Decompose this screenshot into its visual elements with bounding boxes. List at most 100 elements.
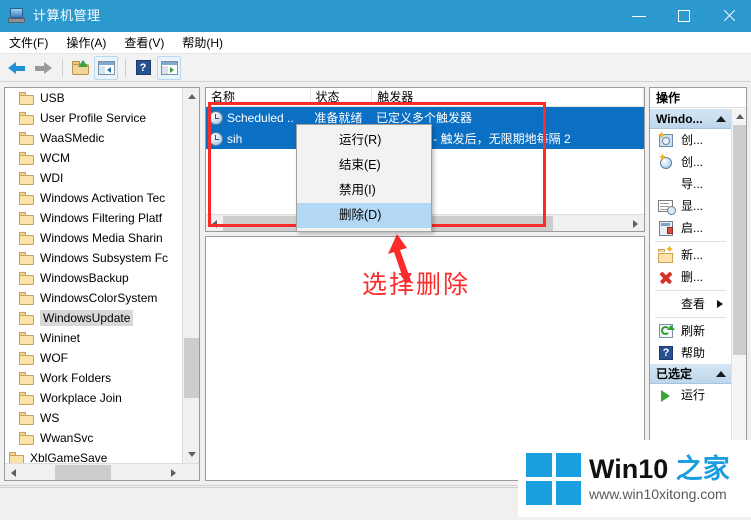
scroll-up-button[interactable] — [732, 109, 746, 124]
folder-up-icon — [71, 60, 89, 75]
tree-item[interactable]: WaaSMedic — [5, 128, 183, 148]
action-label: 删... — [681, 270, 704, 284]
folder-icon — [19, 211, 35, 225]
actions-group-header-windowsupdate[interactable]: Windo... — [650, 109, 731, 129]
action-label: 创... — [681, 133, 704, 147]
scrollbar-thumb[interactable] — [733, 125, 746, 355]
tree-item-label: Work Folders — [40, 371, 112, 385]
tree-item[interactable]: WCM — [5, 148, 183, 168]
close-button[interactable] — [706, 0, 751, 32]
context-menu-item-delete[interactable]: 删除(D) — [297, 203, 431, 228]
action-help[interactable]: ? 帮助 — [650, 342, 731, 364]
tree-item[interactable]: Windows Subsystem Fc — [5, 248, 183, 268]
context-menu-item-end[interactable]: 结束(E) — [297, 153, 431, 178]
tree-item-label: Workplace Join — [40, 391, 122, 405]
folder-icon — [19, 91, 35, 105]
new-task-icon: ✦ — [657, 130, 675, 148]
watermark-brand-en: Win10 — [589, 453, 669, 484]
actions-group-header-selected[interactable]: 已选定 — [650, 364, 731, 384]
context-menu-item-run[interactable]: 运行(R) — [297, 128, 431, 153]
action-label: 创... — [681, 155, 704, 169]
up-folder-button[interactable] — [68, 56, 92, 80]
tree-item[interactable]: WindowsBackup — [5, 268, 183, 288]
chevron-right-icon — [633, 219, 638, 228]
folder-icon — [19, 191, 35, 205]
tree-item[interactable]: Windows Activation Tec — [5, 188, 183, 208]
help-button[interactable]: ? — [131, 56, 155, 80]
folder-icon — [19, 151, 35, 165]
action-run[interactable]: 运行 — [650, 384, 731, 406]
watermark-url: www.win10xitong.com — [589, 485, 727, 502]
actions-vertical-scrollbar[interactable] — [731, 109, 746, 480]
action-delete-folder[interactable]: 删... — [650, 266, 731, 288]
scroll-right-button[interactable] — [165, 464, 182, 480]
minimize-button[interactable] — [616, 0, 661, 32]
scroll-down-button[interactable] — [183, 446, 199, 463]
actions-divider-3 — [655, 317, 726, 318]
tree-vertical-scrollbar[interactable] — [182, 88, 199, 463]
maximize-button[interactable] — [661, 0, 706, 32]
action-import-task[interactable]: 导... — [650, 173, 731, 195]
column-header-trigger[interactable]: 触发器 — [372, 88, 644, 107]
action-create-task[interactable]: ✦ 创... — [650, 129, 731, 151]
back-button[interactable] — [5, 56, 29, 80]
column-header-status[interactable]: 状态 — [311, 88, 373, 107]
tree-item[interactable]: USB — [5, 88, 183, 108]
watermark-brand: Win10 之家 — [589, 454, 730, 485]
tree-item-label: WS — [40, 411, 60, 425]
action-create-basic-task[interactable]: ✦ 创... — [650, 151, 731, 173]
show-tree-button[interactable] — [94, 55, 118, 80]
scroll-left-button[interactable] — [5, 464, 22, 480]
windows-logo-icon — [526, 452, 581, 505]
action-label: 查看 — [681, 297, 706, 311]
maximize-icon — [677, 10, 690, 22]
tree-item[interactable]: Wininet — [5, 328, 183, 348]
action-enable-history[interactable]: 启... — [650, 217, 731, 239]
menu-help[interactable]: 帮助(H) — [173, 32, 232, 53]
tree-pane: USB User Profile Service WaaSMedic WCM W… — [4, 87, 200, 481]
show-action-pane-button[interactable] — [157, 55, 181, 80]
menu-action[interactable]: 操作(A) — [57, 32, 115, 53]
tree-horizontal-scrollbar[interactable] — [5, 463, 199, 480]
tree-item[interactable]: Windows Filtering Platf — [5, 208, 183, 228]
action-label: 显... — [681, 199, 704, 213]
forward-button[interactable] — [31, 56, 55, 80]
tree-item[interactable]: WwanSvc — [5, 428, 183, 448]
folder-icon — [19, 231, 35, 245]
scrollbar-thumb[interactable] — [184, 338, 199, 398]
scroll-up-button[interactable] — [183, 88, 199, 105]
context-menu-item-disable[interactable]: 禁用(I) — [297, 178, 431, 203]
task-list-header: 名称 状态 触发器 — [206, 88, 644, 107]
tree-item[interactable]: WS — [5, 408, 183, 428]
tree-item[interactable]: Work Folders — [5, 368, 183, 388]
tree-item[interactable]: User Profile Service — [5, 108, 183, 128]
menu-view[interactable]: 查看(V) — [115, 32, 173, 53]
tree-item-label: Windows Filtering Platf — [40, 211, 163, 225]
actions-divider — [655, 241, 726, 242]
scroll-right-button[interactable] — [627, 215, 644, 231]
tree-item-label: Wininet — [40, 331, 81, 345]
clock-task-icon — [209, 131, 223, 146]
scroll-left-button[interactable] — [206, 215, 223, 231]
column-header-name[interactable]: 名称 — [206, 88, 311, 107]
tree-item[interactable]: Workplace Join — [5, 388, 183, 408]
tree-item-label: WaaSMedic — [40, 131, 105, 145]
scrollbar-thumb[interactable] — [55, 465, 111, 480]
tree-item-label: WCM — [40, 151, 70, 165]
action-view[interactable]: 查看 — [650, 293, 731, 315]
tree-item[interactable]: WOF — [5, 348, 183, 368]
tree-item-windowsupdate[interactable]: WindowsUpdate — [5, 308, 183, 328]
title-bar: 计算机管理 — [0, 0, 751, 32]
tree-item-label: Windows Activation Tec — [40, 191, 166, 205]
folder-icon — [19, 291, 35, 305]
action-new-folder[interactable]: ✦ 新... — [650, 244, 731, 266]
tree-item[interactable]: WindowsColorSystem — [5, 288, 183, 308]
menu-file[interactable]: 文件(F) — [0, 32, 57, 53]
action-refresh[interactable]: 刷新 — [650, 320, 731, 342]
action-label: 启... — [681, 221, 704, 235]
folder-icon — [19, 351, 35, 365]
action-display-all-tasks[interactable]: 显... — [650, 195, 731, 217]
tree-item[interactable]: WDI — [5, 168, 183, 188]
action-label: 运行 — [681, 388, 706, 402]
tree-item[interactable]: Windows Media Sharin — [5, 228, 183, 248]
